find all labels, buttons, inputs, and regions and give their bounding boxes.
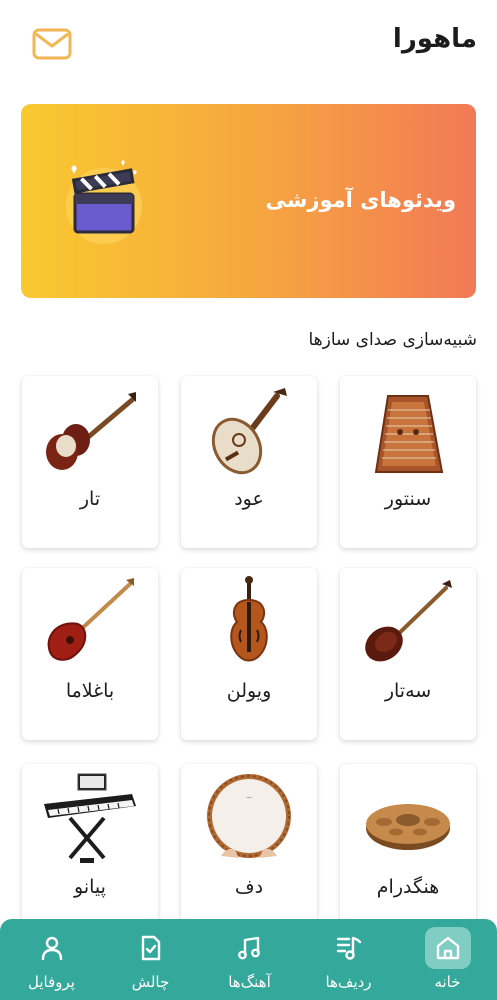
- baglama-image: [40, 574, 140, 674]
- instrument-label: سنتور: [384, 488, 432, 510]
- nav-label: ردیف‌ها: [325, 973, 372, 991]
- nav-label: آهنگ‌ها: [228, 973, 271, 991]
- nav-item-challenge[interactable]: چالش: [101, 919, 200, 1000]
- piano-image: [40, 770, 140, 870]
- instrument-card-daf[interactable]: ~ دف: [181, 764, 317, 936]
- banner-title: ویدئوهای آموزشی: [265, 188, 456, 212]
- instrument-card-violin[interactable]: ویولن: [181, 568, 317, 740]
- tar-image: [40, 382, 140, 482]
- nav-label: پروفایل: [28, 973, 75, 991]
- instrument-card-setar[interactable]: سه‌تار: [340, 568, 476, 740]
- bottom-navigation: خانه ردیف‌ها آهنگ‌ها: [0, 919, 497, 1000]
- app-header: ماهورا: [0, 0, 497, 84]
- tutorial-videos-banner[interactable]: ویدئوهای آموزشی: [21, 104, 476, 298]
- instrument-card-piano[interactable]: پیانو: [22, 764, 158, 936]
- instrument-card-tar[interactable]: تار: [22, 376, 158, 548]
- home-icon: [424, 927, 471, 969]
- challenge-file-icon: [128, 927, 174, 969]
- instrument-label: عود: [234, 488, 264, 510]
- instrument-card-oud[interactable]: عود: [181, 376, 317, 548]
- instrument-card-baglama[interactable]: باغلاما: [22, 568, 158, 740]
- instrument-label: سه‌تار: [384, 680, 432, 702]
- nav-label: خانه: [434, 973, 461, 991]
- svg-text:~: ~: [246, 793, 253, 802]
- nav-item-radif[interactable]: ردیف‌ها: [299, 919, 398, 1000]
- instrument-label: ویولن: [226, 680, 272, 702]
- setar-image: [358, 574, 458, 674]
- mail-icon[interactable]: [32, 28, 72, 60]
- nav-item-profile[interactable]: پروفایل: [2, 919, 101, 1000]
- santur-image: [358, 382, 458, 482]
- app-title: ماهورا: [392, 24, 477, 54]
- clapperboard-icon: [59, 158, 149, 248]
- nav-label: چالش: [131, 973, 170, 991]
- instrument-label: هنگدرام: [376, 876, 440, 898]
- nav-item-home[interactable]: خانه: [398, 919, 497, 1000]
- instrument-label: تار: [79, 488, 101, 510]
- instrument-card-handpan[interactable]: هنگدرام: [340, 764, 476, 936]
- playlist-icon: [326, 927, 372, 969]
- oud-image: [199, 382, 299, 482]
- instruments-grid: سنتور عود تار: [22, 376, 476, 936]
- instrument-label: دف: [234, 876, 264, 898]
- nav-item-songs[interactable]: آهنگ‌ها: [200, 919, 299, 1000]
- instrument-label: باغلاما: [65, 680, 115, 702]
- instrument-card-santur[interactable]: سنتور: [340, 376, 476, 548]
- violin-image: [199, 574, 299, 674]
- instrument-label: پیانو: [74, 876, 106, 898]
- daf-image: ~: [199, 770, 299, 870]
- user-icon: [29, 927, 75, 969]
- music-note-icon: [227, 927, 273, 969]
- handpan-image: [358, 770, 458, 870]
- section-title: شبیه‌سازی صدای سازها: [308, 330, 477, 350]
